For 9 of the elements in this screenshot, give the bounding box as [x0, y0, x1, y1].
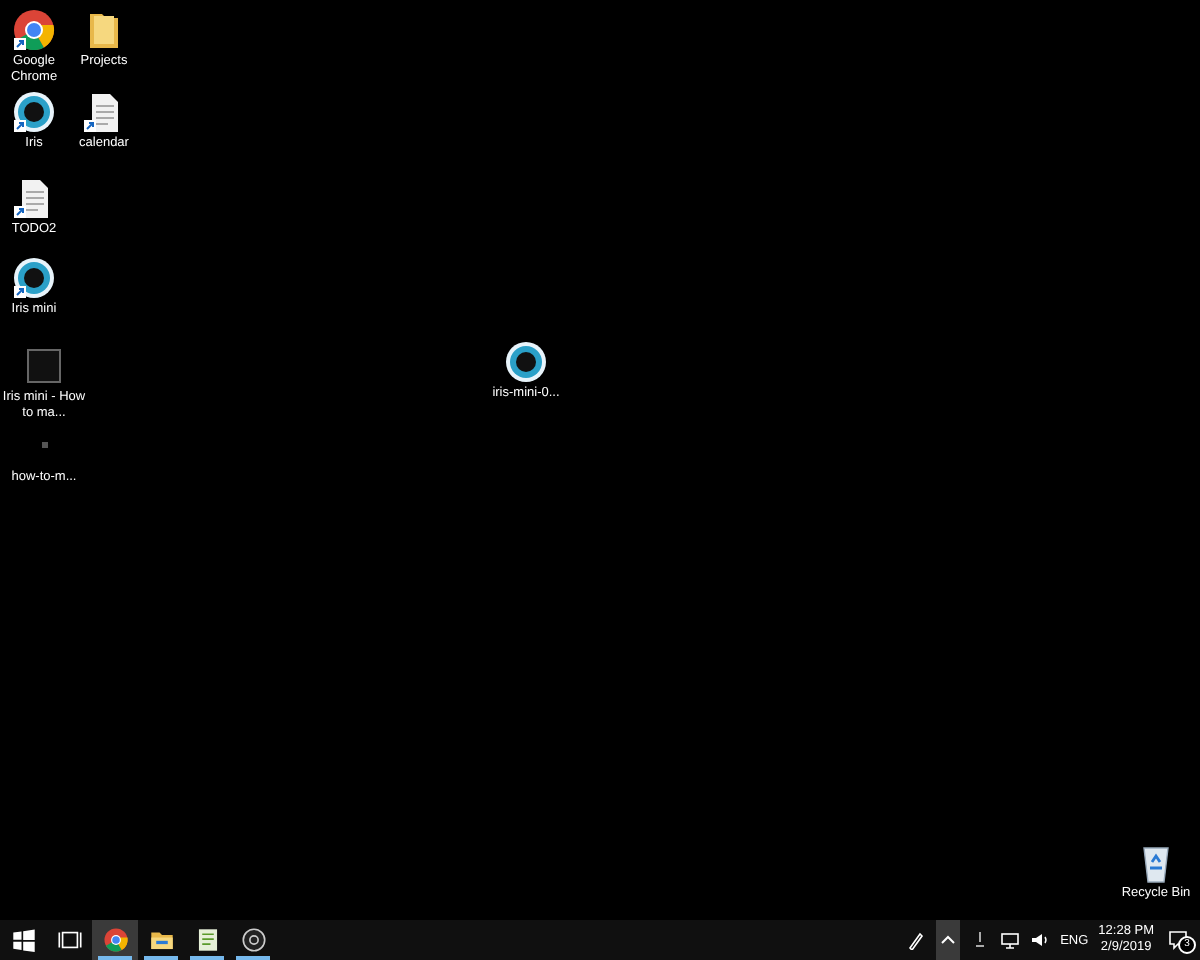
chrome-icon — [101, 926, 129, 954]
blank-icon — [41, 442, 47, 448]
taskbar-button[interactable] — [92, 920, 138, 960]
notepad-icon — [193, 926, 221, 954]
start-icon — [9, 926, 37, 954]
taskview-icon — [55, 926, 83, 954]
chevron-up-button[interactable] — [936, 920, 961, 960]
pen-icon[interactable] — [906, 930, 927, 950]
speaker-icon[interactable] — [1030, 930, 1051, 950]
